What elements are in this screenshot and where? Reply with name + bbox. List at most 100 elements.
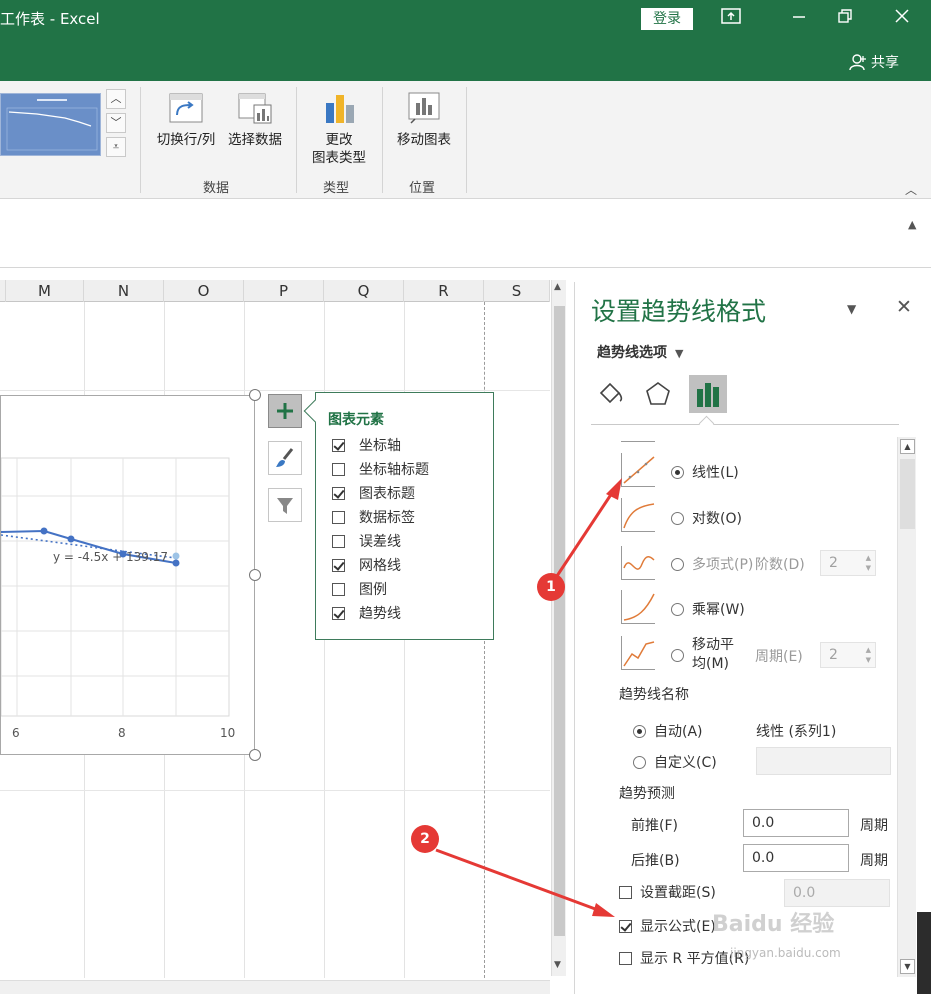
period-stepper[interactable]: 2 ▲ ▼ bbox=[820, 642, 876, 668]
switch-row-column-button[interactable]: 切换行/列 bbox=[152, 89, 220, 149]
trend-power-option[interactable]: 乘幂(W) bbox=[671, 599, 745, 619]
gallery-up-icon[interactable]: ︿ bbox=[106, 89, 126, 109]
pane-close-icon[interactable]: ✕ bbox=[896, 296, 912, 318]
trend-moving-option[interactable]: 移动平 均(M) bbox=[671, 636, 734, 674]
tab-trendline-options[interactable] bbox=[689, 375, 727, 413]
chart-filters-button[interactable] bbox=[268, 488, 302, 522]
checkbox[interactable] bbox=[619, 919, 632, 933]
sheet-vertical-scrollbar[interactable]: ▲ ▼ bbox=[551, 280, 566, 976]
chart-resize-handle[interactable] bbox=[249, 569, 261, 581]
share-button[interactable]: 共享 bbox=[849, 52, 899, 72]
backward-input[interactable]: 0.0 bbox=[743, 844, 849, 872]
chart-area[interactable]: y = -4.5x + 139.17 6 8 10 bbox=[0, 395, 255, 755]
trend-linear-option[interactable]: 线性(L) bbox=[671, 462, 739, 482]
group-label-location: 位置 bbox=[409, 181, 436, 196]
trendline-name-section: 趋势线名称 bbox=[619, 687, 689, 703]
chart-styles-button[interactable] bbox=[268, 441, 302, 475]
x-tick-label: 6 bbox=[12, 726, 20, 740]
checkbox[interactable] bbox=[332, 486, 345, 500]
flyout-item-data-labels[interactable]: 数据标签 bbox=[332, 507, 415, 527]
name-auto-option[interactable]: 自动(A) bbox=[633, 721, 703, 741]
flyout-item-gridlines[interactable]: 网格线 bbox=[332, 555, 401, 575]
chart-resize-handle[interactable] bbox=[249, 389, 261, 401]
intercept-input[interactable]: 0.0 bbox=[784, 879, 890, 907]
radio[interactable] bbox=[633, 755, 646, 769]
flyout-item-legend[interactable]: 图例 bbox=[332, 579, 387, 599]
ribbon-display-icon[interactable] bbox=[716, 6, 746, 32]
login-button[interactable]: 登录 bbox=[641, 8, 693, 30]
radio[interactable] bbox=[671, 557, 684, 571]
restore-icon[interactable] bbox=[830, 6, 860, 32]
column-header-n[interactable]: N bbox=[84, 280, 164, 302]
order-stepper[interactable]: 2 ▲ ▼ bbox=[820, 550, 876, 576]
select-data-button[interactable]: 选择数据 bbox=[224, 89, 286, 149]
move-chart-button[interactable]: 移动图表 bbox=[392, 89, 456, 149]
forward-input[interactable]: 0.0 bbox=[743, 809, 849, 837]
sheet-horizontal-scrollbar[interactable] bbox=[0, 980, 550, 994]
chart-style-thumbnail[interactable] bbox=[0, 93, 101, 156]
scroll-up-icon[interactable]: ▲ bbox=[554, 282, 561, 292]
trendline-options-menu[interactable]: 趋势线选项 ▼ bbox=[597, 342, 683, 362]
stepper-arrows-icon[interactable]: ▲ ▼ bbox=[866, 645, 871, 665]
radio[interactable] bbox=[671, 648, 684, 662]
trend-log-option[interactable]: 对数(O) bbox=[671, 508, 742, 528]
flyout-item-axes[interactable]: 坐标轴 bbox=[332, 435, 401, 455]
column-header-m[interactable]: M bbox=[6, 280, 84, 302]
flyout-item-axis-titles[interactable]: 坐标轴标题 bbox=[332, 459, 429, 479]
checkbox[interactable] bbox=[332, 510, 345, 524]
flyout-item-chart-title[interactable]: 图表标题 bbox=[332, 483, 415, 503]
flyout-item-error-bars[interactable]: 误差线 bbox=[332, 531, 401, 551]
show-equation-option[interactable]: 显示公式(E) bbox=[619, 916, 716, 936]
set-intercept-option[interactable]: 设置截距(S) bbox=[619, 882, 716, 902]
name-custom-option[interactable]: 自定义(C) bbox=[633, 752, 717, 772]
formula-bar[interactable]: ▲ bbox=[0, 200, 931, 268]
gallery-down-icon[interactable]: ﹀ bbox=[106, 113, 126, 133]
scroll-down-icon[interactable]: ▼ bbox=[900, 959, 915, 974]
ribbon-divider bbox=[140, 87, 141, 193]
trend-poly-label: 多项式(P) bbox=[692, 557, 754, 573]
column-header-r[interactable]: R bbox=[404, 280, 484, 302]
pane-options-dropdown-icon[interactable]: ▼ bbox=[847, 302, 856, 316]
radio[interactable] bbox=[633, 724, 646, 738]
pane-scrollbar[interactable]: ▲ ▼ bbox=[897, 437, 916, 977]
close-icon[interactable] bbox=[887, 6, 917, 32]
checkbox[interactable] bbox=[332, 558, 345, 572]
checkbox[interactable] bbox=[332, 438, 345, 452]
checkbox[interactable] bbox=[332, 462, 345, 476]
scroll-thumb[interactable] bbox=[900, 459, 915, 529]
collapse-ribbon-icon[interactable]: ︿ bbox=[905, 181, 917, 198]
custom-name-input[interactable] bbox=[756, 747, 891, 775]
stepper-arrows-icon[interactable]: ▲ ▼ bbox=[866, 553, 871, 573]
logarithmic-trend-icon bbox=[621, 498, 655, 532]
checkbox[interactable] bbox=[619, 885, 632, 899]
trend-moving-label: 移动平 均(M) bbox=[692, 636, 734, 674]
checkbox[interactable] bbox=[332, 534, 345, 548]
trendline-equation-label[interactable]: y = -4.5x + 139.17 bbox=[53, 550, 168, 564]
minimize-icon[interactable] bbox=[784, 6, 814, 32]
tab-fill-line[interactable] bbox=[591, 375, 629, 413]
column-header-o[interactable]: O bbox=[164, 280, 244, 302]
change-chart-type-button[interactable]: 更改 图表类型 bbox=[304, 89, 374, 167]
scroll-up-icon[interactable]: ▲ bbox=[900, 439, 915, 454]
checkbox[interactable] bbox=[332, 606, 345, 620]
column-header-q[interactable]: Q bbox=[324, 280, 404, 302]
gallery-more-icon[interactable]: ⩡ bbox=[106, 137, 126, 157]
scroll-thumb[interactable] bbox=[554, 306, 565, 936]
scroll-down-icon[interactable]: ▼ bbox=[554, 960, 561, 970]
x-tick-label: 10 bbox=[220, 726, 236, 740]
radio[interactable] bbox=[671, 465, 684, 479]
checkbox[interactable] bbox=[619, 951, 632, 965]
flyout-item-trendline[interactable]: 趋势线 bbox=[332, 603, 401, 623]
checkbox[interactable] bbox=[332, 582, 345, 596]
radio[interactable] bbox=[671, 602, 684, 616]
column-header-s[interactable]: S bbox=[484, 280, 550, 302]
formula-expand-icon[interactable]: ▲ bbox=[908, 218, 916, 231]
flyout-item-label: 图例 bbox=[359, 582, 387, 598]
radio[interactable] bbox=[671, 511, 684, 525]
column-header-p[interactable]: P bbox=[244, 280, 324, 302]
polynomial-trend-icon bbox=[621, 546, 655, 580]
trend-poly-option[interactable]: 多项式(P) bbox=[671, 554, 753, 574]
tab-effects[interactable] bbox=[639, 375, 677, 413]
chart-resize-handle[interactable] bbox=[249, 749, 261, 761]
chart-elements-button[interactable] bbox=[268, 394, 302, 428]
